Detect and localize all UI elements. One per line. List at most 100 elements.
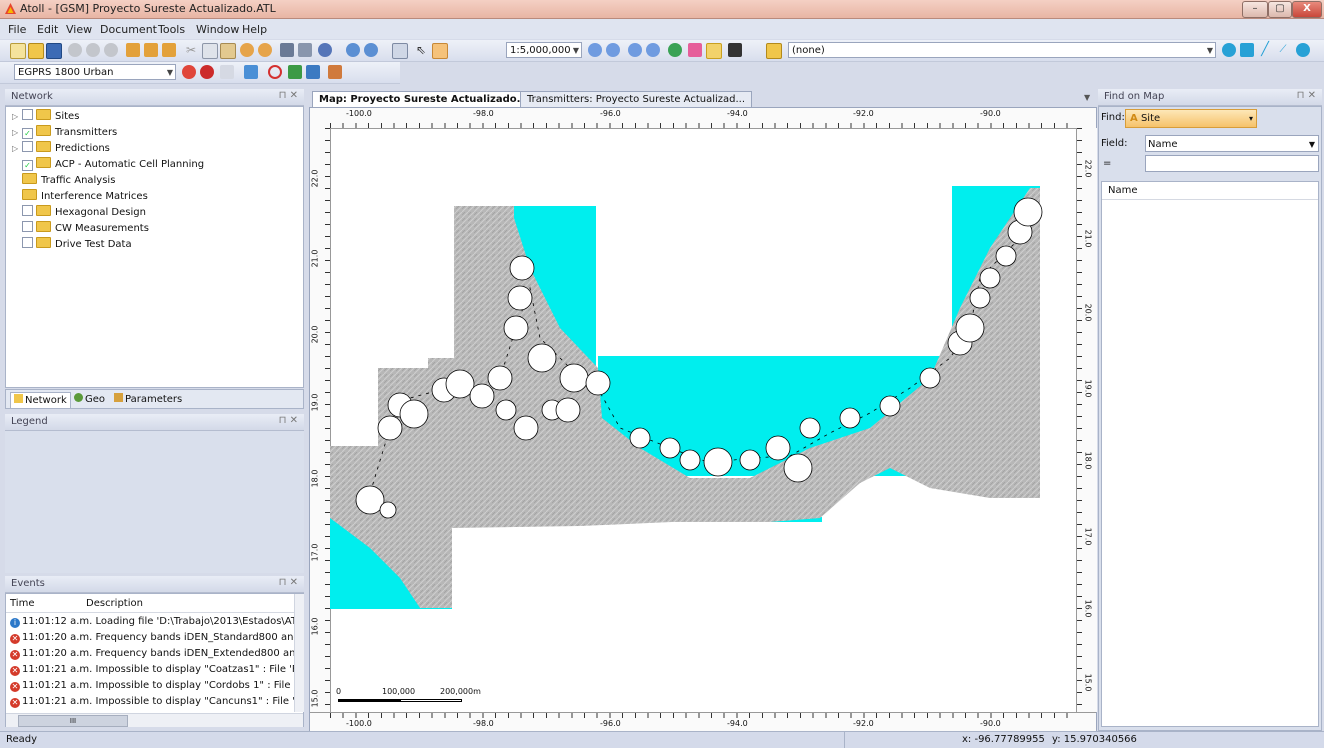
antenna-icon[interactable] xyxy=(182,65,196,79)
zoom-previous-icon[interactable] xyxy=(646,43,660,57)
tree-item-interference-matrices[interactable]: Interference Matrices xyxy=(12,189,148,204)
database-icon[interactable] xyxy=(68,43,82,57)
event-row[interactable]: i 11:01:12 a.m. Loading file 'D:\Trabajo\… xyxy=(10,614,294,629)
menu-document[interactable]: Document xyxy=(100,23,157,36)
import-icon[interactable] xyxy=(126,43,140,57)
paste-icon[interactable] xyxy=(220,43,236,59)
tooltip-icon[interactable] xyxy=(706,43,722,59)
expand-icon[interactable]: ▷ xyxy=(12,125,22,140)
minimize-button[interactable]: – xyxy=(1242,1,1268,18)
event-row[interactable]: ✕ 11:01:21 a.m. Impossible to display "Ca… xyxy=(10,694,294,709)
tab-list-dropdown-icon[interactable]: ▼ xyxy=(1084,93,1090,102)
zoom-in-icon[interactable] xyxy=(588,43,602,57)
panel-pin-close-icon[interactable]: ⊓ ✕ xyxy=(1297,90,1316,101)
menu-view[interactable]: View xyxy=(66,23,92,36)
measure-icon[interactable] xyxy=(688,43,702,57)
panel-pin-close-icon[interactable]: ⊓ ✕ xyxy=(279,415,298,426)
tools-icon[interactable] xyxy=(328,65,342,79)
column-description[interactable]: Description xyxy=(86,598,143,609)
tree-item-drive-test-data[interactable]: Drive Test Data xyxy=(12,237,132,252)
menu-help[interactable]: Help xyxy=(242,23,267,36)
find-results-list[interactable]: Name xyxy=(1101,181,1319,727)
tree-item-sites[interactable]: ▷ Sites xyxy=(12,109,79,124)
checkbox-checked[interactable]: ✓ xyxy=(22,160,33,171)
event-row[interactable]: ✕ 11:01:20 a.m. Frequency bands iDEN_Exte… xyxy=(10,646,294,661)
menu-edit[interactable]: Edit xyxy=(37,23,58,36)
target-icon[interactable] xyxy=(268,65,282,79)
zoom-area-icon[interactable] xyxy=(628,43,642,57)
pan-hand-icon[interactable] xyxy=(432,43,448,59)
open-icon[interactable] xyxy=(28,43,44,59)
menu-tools[interactable]: Tools xyxy=(158,23,185,36)
find-binoculars-icon[interactable] xyxy=(728,43,742,57)
cut-icon[interactable]: ✂ xyxy=(184,43,198,57)
menu-window[interactable]: Window xyxy=(196,23,239,36)
tree-item-transmitters[interactable]: ▷ ✓ Transmitters xyxy=(12,125,117,140)
event-row[interactable]: ✕ 11:01:20 a.m. Frequency bands iDEN_Stan… xyxy=(10,630,294,645)
transmitter-icon[interactable] xyxy=(200,65,214,79)
print-setup-icon[interactable] xyxy=(162,43,176,57)
tree-item-predictions[interactable]: ▷ Predictions xyxy=(12,141,110,156)
panel-pin-close-icon[interactable]: ⊓ ✕ xyxy=(279,577,298,588)
station-template-icon[interactable] xyxy=(220,65,234,79)
checkbox[interactable] xyxy=(22,141,33,152)
database-refresh-icon[interactable] xyxy=(86,43,100,57)
checkbox[interactable] xyxy=(22,237,33,248)
undo-icon[interactable] xyxy=(240,43,254,57)
event-row[interactable]: ✕ 11:01:21 a.m. Impossible to display "Co… xyxy=(10,662,294,677)
map-canvas[interactable] xyxy=(330,128,1076,712)
menu-file[interactable]: File xyxy=(8,23,26,36)
field-select[interactable]: Name ▼ xyxy=(1145,135,1319,152)
tree-item-cw-measurements[interactable]: CW Measurements xyxy=(12,221,149,236)
checkbox[interactable] xyxy=(22,205,33,216)
new-icon[interactable] xyxy=(10,43,26,59)
print-preview-icon[interactable] xyxy=(298,43,312,57)
scale-select[interactable]: 1:5,000,000 ▼ xyxy=(506,42,582,58)
print-icon[interactable] xyxy=(280,43,294,57)
export-icon[interactable] xyxy=(144,43,158,57)
draw-polygon-icon[interactable] xyxy=(1296,43,1310,57)
tree-item-acp[interactable]: ✓ ACP - Automatic Cell Planning xyxy=(12,157,204,172)
technology-select[interactable]: EGPRS 1800 Urban ▼ xyxy=(14,64,176,80)
results-column-name[interactable]: Name xyxy=(1102,182,1318,200)
link-icon[interactable] xyxy=(244,65,258,79)
tab-parameters[interactable]: Parameters xyxy=(114,392,182,407)
find-type-select[interactable]: A Site ▾ xyxy=(1125,109,1257,128)
checkbox[interactable] xyxy=(22,109,33,120)
refresh-icon[interactable] xyxy=(392,43,408,59)
draw-rectangle-icon[interactable] xyxy=(1240,43,1254,57)
map-view[interactable]: -100.0 -98.0 -96.0 -94.0 -92.0 -90.0 -10… xyxy=(309,107,1097,731)
maximize-button[interactable]: ▢ xyxy=(1268,1,1292,18)
checkbox[interactable] xyxy=(22,221,33,232)
tree-item-traffic-analysis[interactable]: Traffic Analysis xyxy=(12,173,115,188)
grid-icon[interactable] xyxy=(288,65,302,79)
checkbox-checked[interactable]: ✓ xyxy=(22,128,33,139)
pointer-icon[interactable]: ⇖ xyxy=(414,43,428,57)
table-icon[interactable] xyxy=(306,65,320,79)
draw-polyline-icon[interactable]: ⟋ xyxy=(1276,43,1290,57)
zone-folder-icon[interactable] xyxy=(766,43,782,59)
copy-icon[interactable] xyxy=(202,43,218,59)
tab-network[interactable]: Network xyxy=(10,392,71,409)
tree-item-hexagonal-design[interactable]: Hexagonal Design xyxy=(12,205,146,220)
zone-select[interactable]: (none) ▼ xyxy=(788,42,1216,58)
calculate-icon[interactable] xyxy=(346,43,360,57)
column-time[interactable]: Time xyxy=(10,598,34,609)
database-archive-icon[interactable] xyxy=(104,43,118,57)
zoom-out-icon[interactable] xyxy=(606,43,620,57)
tab-geo[interactable]: Geo xyxy=(74,392,105,407)
search-value-input[interactable] xyxy=(1145,155,1319,172)
events-vscrollbar[interactable] xyxy=(294,594,304,712)
add-site-icon[interactable] xyxy=(668,43,682,57)
close-button[interactable]: X xyxy=(1292,1,1322,18)
help-icon[interactable] xyxy=(318,43,332,57)
force-calculate-icon[interactable] xyxy=(364,43,378,57)
event-row[interactable]: ✕ 11:01:21 a.m. Impossible to display "Co… xyxy=(10,678,294,693)
expand-icon[interactable]: ▷ xyxy=(12,141,22,156)
save-icon[interactable] xyxy=(46,43,62,59)
events-hscrollbar[interactable]: III xyxy=(6,713,303,727)
expand-icon[interactable]: ▷ xyxy=(12,109,22,124)
panel-pin-close-icon[interactable]: ⊓ ✕ xyxy=(279,90,298,101)
hscroll-thumb[interactable]: III xyxy=(18,715,128,727)
draw-line-icon[interactable]: ╱ xyxy=(1258,43,1272,57)
